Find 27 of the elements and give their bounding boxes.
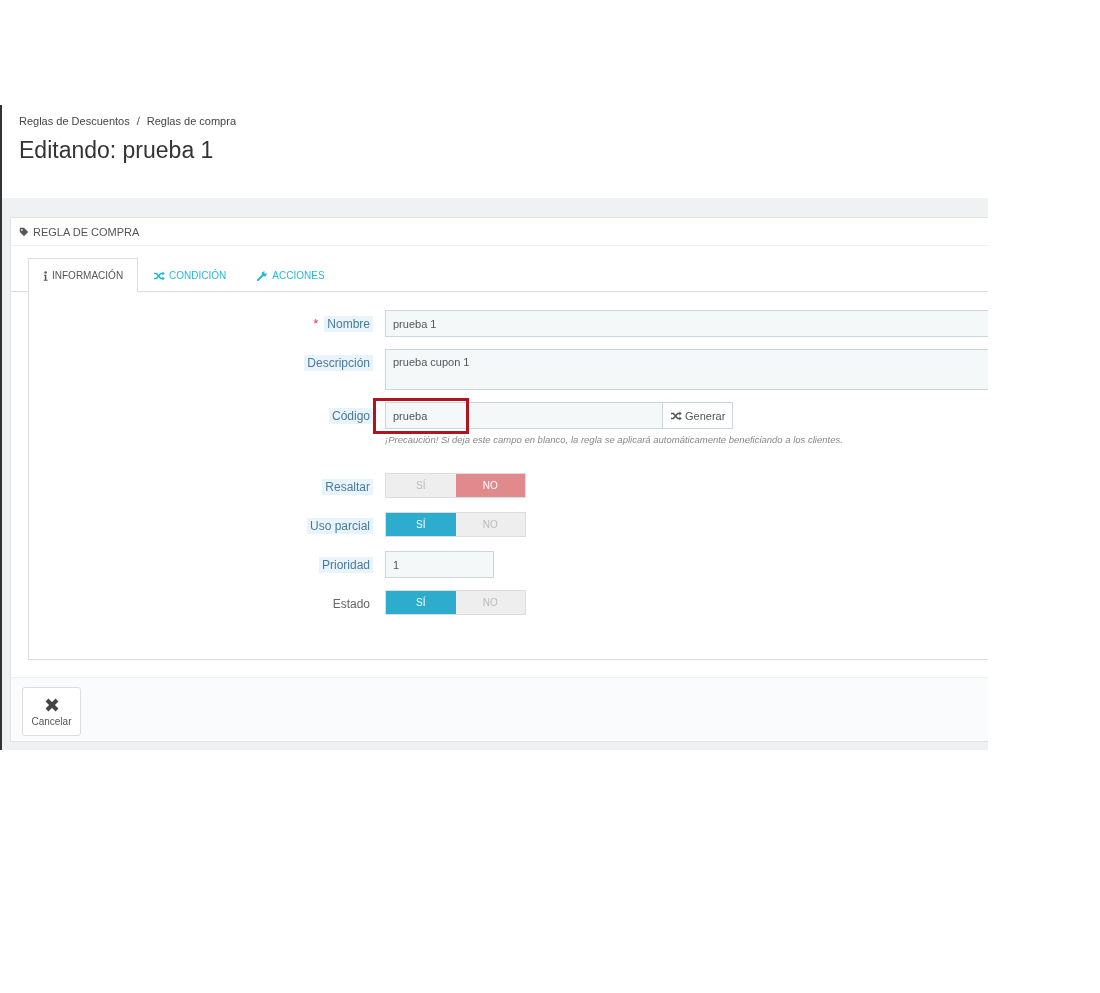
panel-title: REGLA DE COMPRA [33,225,140,238]
field-label: Prioridad [318,557,373,573]
breadcrumb-separator: / [136,115,140,127]
shuffle-icon [670,410,682,421]
number-input[interactable]: 1 [385,551,494,578]
cancel-button[interactable]: Cancelar [22,687,81,736]
info-icon [43,270,48,281]
shuffle-icon [153,270,166,281]
required-asterisk: * [313,316,319,331]
code-input[interactable]: prueba [385,402,663,429]
field-label: Resaltar [322,479,373,495]
textarea-input[interactable]: prueba cupon 1 [385,349,988,390]
field-label: Uso parcial [306,518,373,534]
breadcrumb-link[interactable]: Reglas de Descuentos [19,115,130,127]
close-icon [43,696,60,713]
field-label: Nombre [324,316,373,332]
page-title: Editando: prueba 1 [19,137,215,164]
help-text: ¡Precaución! Si deja este campo en blanco, la regla se aplicará automáticamente beneficiando a los clientes. [385,434,844,445]
tag-icon [19,226,29,237]
tab[interactable]: INFORMACIÓN [28,258,139,292]
generate-button[interactable]: Generar [663,402,734,429]
text-input[interactable]: prueba 1 [385,310,988,337]
breadcrumb-link[interactable]: Reglas de compra [146,115,237,127]
wrench-icon [256,270,269,281]
field-label: Descripción [304,355,373,371]
field-label: Estado [331,596,371,612]
field-label: Código [328,408,373,424]
